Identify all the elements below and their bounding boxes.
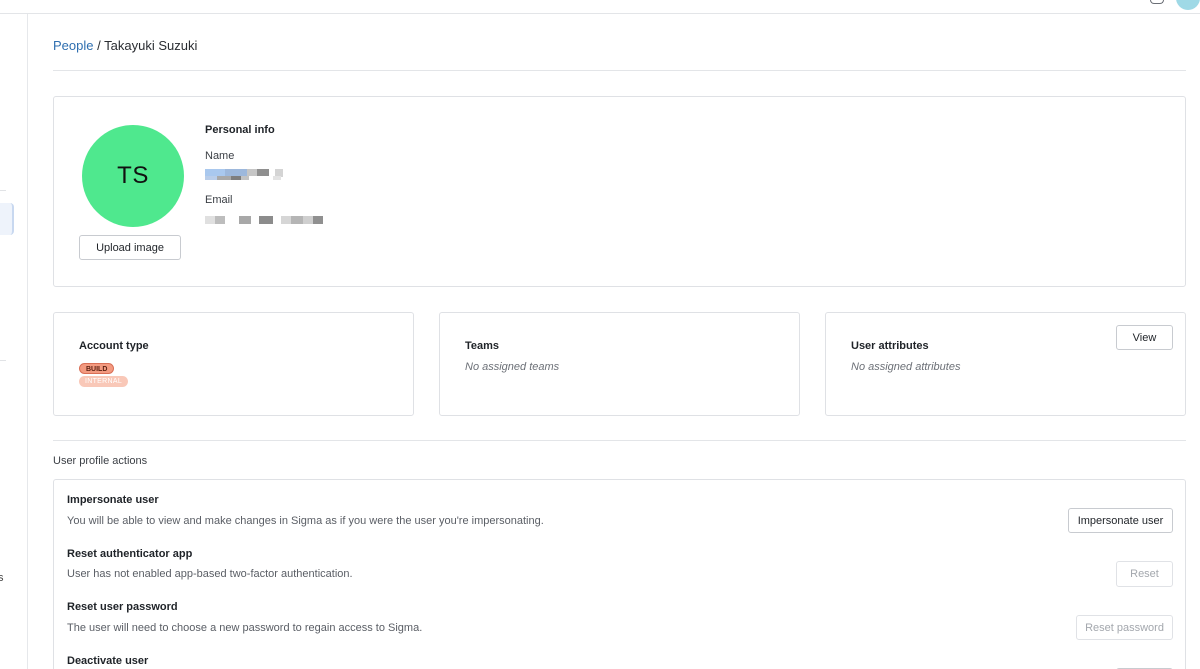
email-value-redacted	[205, 216, 323, 224]
reset-password-description: The user will need to choose a new passw…	[67, 622, 423, 634]
user-attributes-title: User attributes	[851, 340, 929, 352]
name-value-redacted-2	[205, 176, 281, 180]
divider	[53, 70, 1186, 71]
user-avatar-icon[interactable]	[1176, 0, 1200, 10]
email-label: Email	[205, 194, 233, 206]
name-label: Name	[205, 150, 235, 162]
breadcrumb: People / Takayuki Suzuki	[53, 38, 197, 53]
teams-card: Teams No assigned teams	[439, 312, 800, 416]
sidebar-divider	[0, 360, 6, 361]
reset-authenticator-button[interactable]: Reset	[1116, 561, 1173, 587]
divider	[53, 440, 1186, 441]
teams-title: Teams	[465, 340, 500, 352]
breadcrumb-current: Takayuki Suzuki	[104, 38, 198, 53]
account-type-title: Account type	[79, 340, 149, 352]
personal-info-title: Personal info	[205, 124, 275, 136]
top-bar	[0, 0, 1200, 14]
user-attributes-empty-text: No assigned attributes	[851, 361, 961, 373]
sidebar-item-active[interactable]	[0, 203, 14, 235]
profile-card: TS Upload image Personal info Name Email	[53, 96, 1186, 287]
user-profile-actions-heading: User profile actions	[53, 455, 148, 467]
bell-icon[interactable]	[1150, 0, 1164, 4]
deactivate-user-title: Deactivate user	[67, 655, 149, 667]
impersonate-user-title: Impersonate user	[67, 494, 159, 506]
view-attributes-button[interactable]: View	[1116, 325, 1173, 350]
avatar: TS	[82, 125, 184, 227]
sidebar: s	[0, 14, 28, 669]
impersonate-user-description: You will be able to view and make change…	[67, 515, 544, 527]
teams-empty-text: No assigned teams	[465, 361, 560, 373]
build-badge: BUILD	[79, 363, 115, 374]
internal-badge: INTERNAL	[79, 376, 129, 387]
reset-authenticator-title: Reset authenticator app	[67, 548, 193, 560]
sidebar-item-label[interactable]: s	[0, 572, 4, 584]
breadcrumb-people-link[interactable]: People	[53, 38, 93, 53]
upload-image-button[interactable]: Upload image	[79, 235, 181, 260]
impersonate-user-button[interactable]: Impersonate user	[1068, 508, 1173, 533]
breadcrumb-separator: /	[97, 38, 101, 53]
user-attributes-card: User attributes No assigned attributes V…	[825, 312, 1186, 416]
user-profile-actions-card: Impersonate user You will be able to vie…	[53, 479, 1186, 669]
reset-password-button[interactable]: Reset password	[1076, 615, 1173, 640]
reset-authenticator-description: User has not enabled app-based two-facto…	[67, 568, 353, 580]
sidebar-divider	[0, 190, 6, 191]
reset-password-title: Reset user password	[67, 601, 178, 613]
account-type-card: Account type BUILD INTERNAL	[53, 312, 414, 416]
